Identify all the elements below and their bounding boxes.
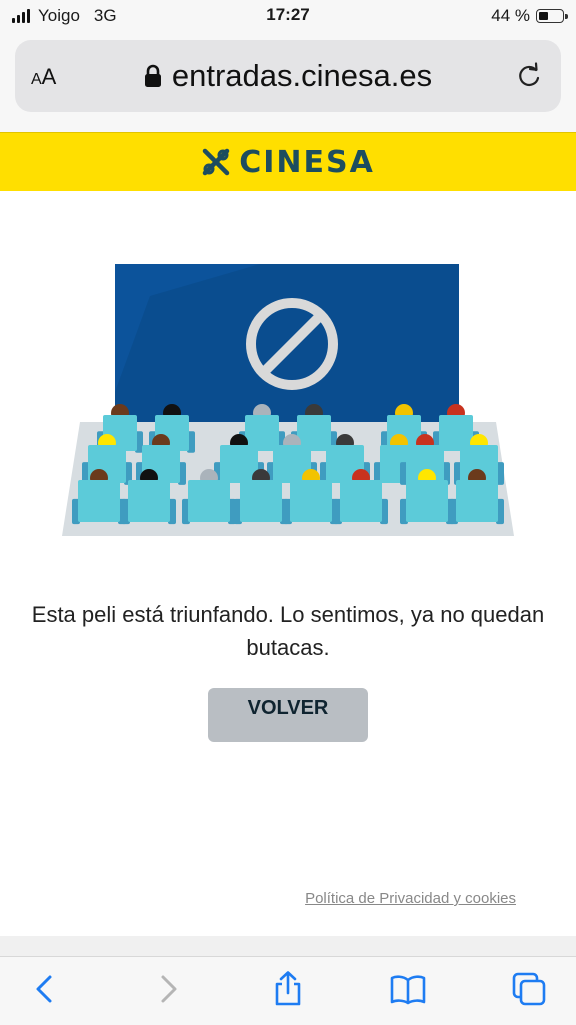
status-bar: Yoigo 3G 17:27 44 % — [0, 0, 576, 32]
browser-toolbar — [0, 956, 576, 1025]
lock-icon — [144, 64, 161, 87]
sold-out-message: Esta peli está triunfando. Lo sentimos, … — [0, 598, 576, 664]
battery-percent: 44 % — [491, 6, 530, 25]
reload-icon[interactable] — [515, 62, 543, 90]
tabs-icon[interactable] — [511, 971, 547, 1007]
clock: 17:27 — [266, 5, 310, 24]
battery-icon — [536, 9, 568, 23]
brand-header: CINESA — [0, 132, 576, 191]
back-icon[interactable] — [27, 971, 63, 1007]
message-line-1: Esta peli está triunfando. Lo sentimos, … — [31, 602, 545, 627]
bookmarks-icon[interactable] — [390, 971, 426, 1007]
url-text: entradas.cinesa.es — [171, 58, 433, 93]
browser-chrome: AA entradas.cinesa.es — [0, 32, 576, 132]
url-display[interactable]: entradas.cinesa.es — [15, 58, 561, 94]
back-button[interactable]: VOLVER — [208, 688, 368, 742]
address-bar[interactable]: AA entradas.cinesa.es — [15, 40, 561, 112]
status-right: 44 % — [491, 6, 568, 26]
message-line-2: butacas. — [246, 635, 330, 660]
share-icon[interactable] — [270, 971, 306, 1007]
page-bottom-band — [0, 936, 576, 956]
cinesa-logo-icon — [202, 148, 230, 176]
sold-out-illustration — [62, 264, 514, 536]
privacy-link[interactable]: Política de Privacidad y cookies — [305, 890, 516, 907]
forward-icon[interactable] — [150, 971, 186, 1007]
brand-name: CINESA — [239, 144, 375, 180]
